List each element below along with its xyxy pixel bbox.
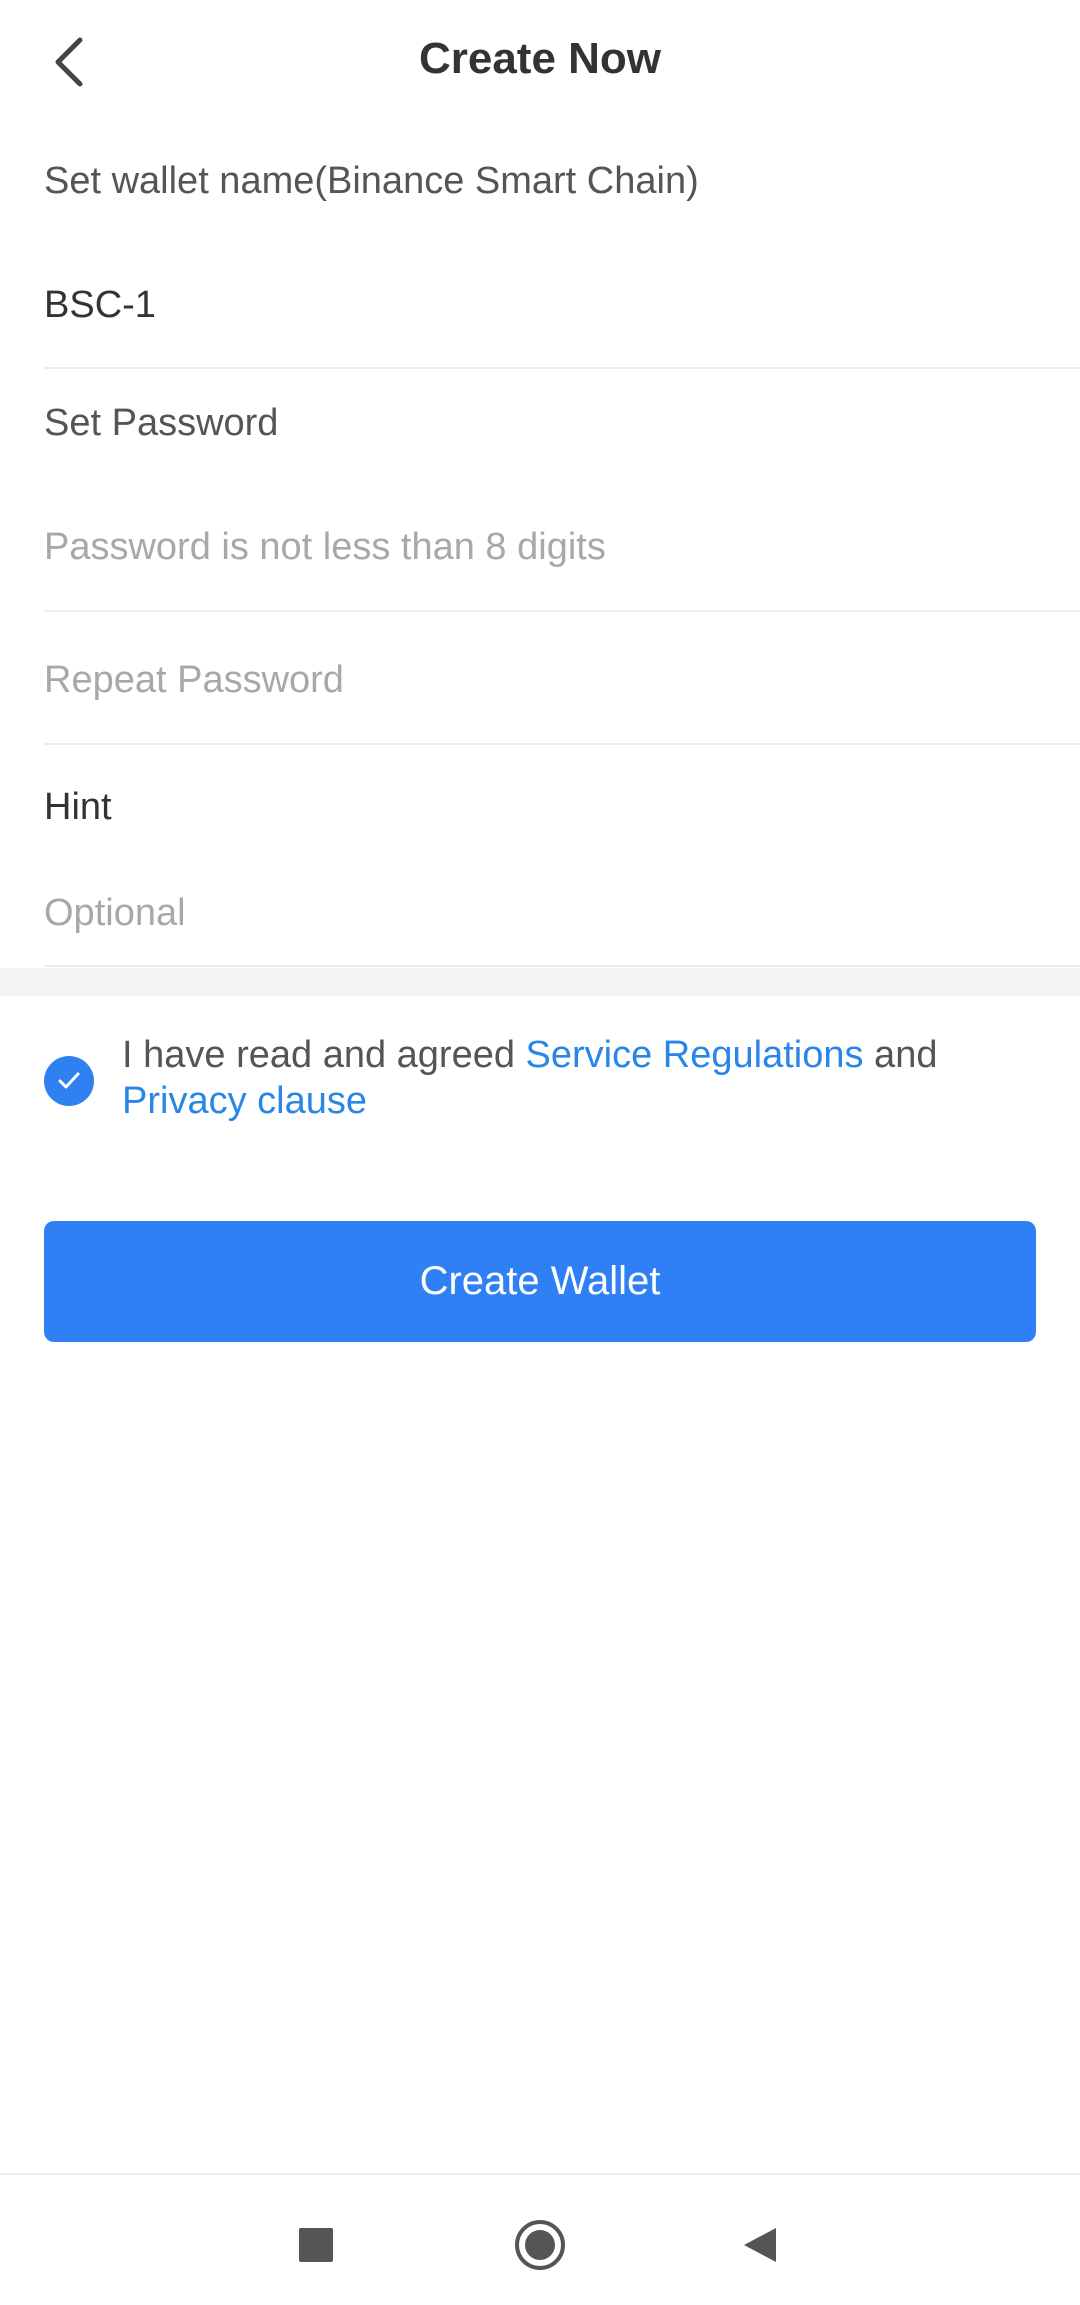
square-icon [299,2228,333,2262]
triangle-back-icon [744,2228,776,2262]
create-wallet-button[interactable]: Create Wallet [44,1221,1036,1342]
agreement-checkbox[interactable] [44,1056,94,1106]
hint-input[interactable] [44,878,1044,948]
page-title: Create Now [418,34,662,83]
wallet-name-label: Set wallet name(Binance Smart Chain) [44,160,699,202]
divider [44,743,1080,745]
hint-label: Hint [44,786,112,828]
repeat-password-input[interactable] [44,645,1044,715]
agreement-middle: and [863,1034,938,1076]
section-separator [0,968,1080,996]
circle-home-icon [515,2220,565,2270]
system-nav-bar [0,2173,1080,2305]
privacy-clause-link[interactable]: Privacy clause [122,1080,367,1122]
home-button[interactable] [500,2205,580,2285]
create-wallet-screen: Create Now Set wallet name(Binance Smart… [0,0,1080,2305]
recent-apps-button[interactable] [276,2205,356,2285]
header-bar: Create Now [0,0,1080,125]
checkmark-icon [58,1072,80,1089]
agreement-prefix: I have read and agreed [122,1034,526,1076]
service-regulations-link[interactable]: Service Regulations [526,1034,864,1076]
divider [44,367,1080,369]
password-label: Set Password [44,402,279,444]
divider [44,610,1080,612]
divider [44,965,1080,967]
system-back-button[interactable] [720,2205,800,2285]
password-input[interactable] [44,512,1044,582]
agreement-text: I have read and agreed Service Regulatio… [122,1032,1022,1124]
wallet-name-input[interactable] [44,270,1044,340]
